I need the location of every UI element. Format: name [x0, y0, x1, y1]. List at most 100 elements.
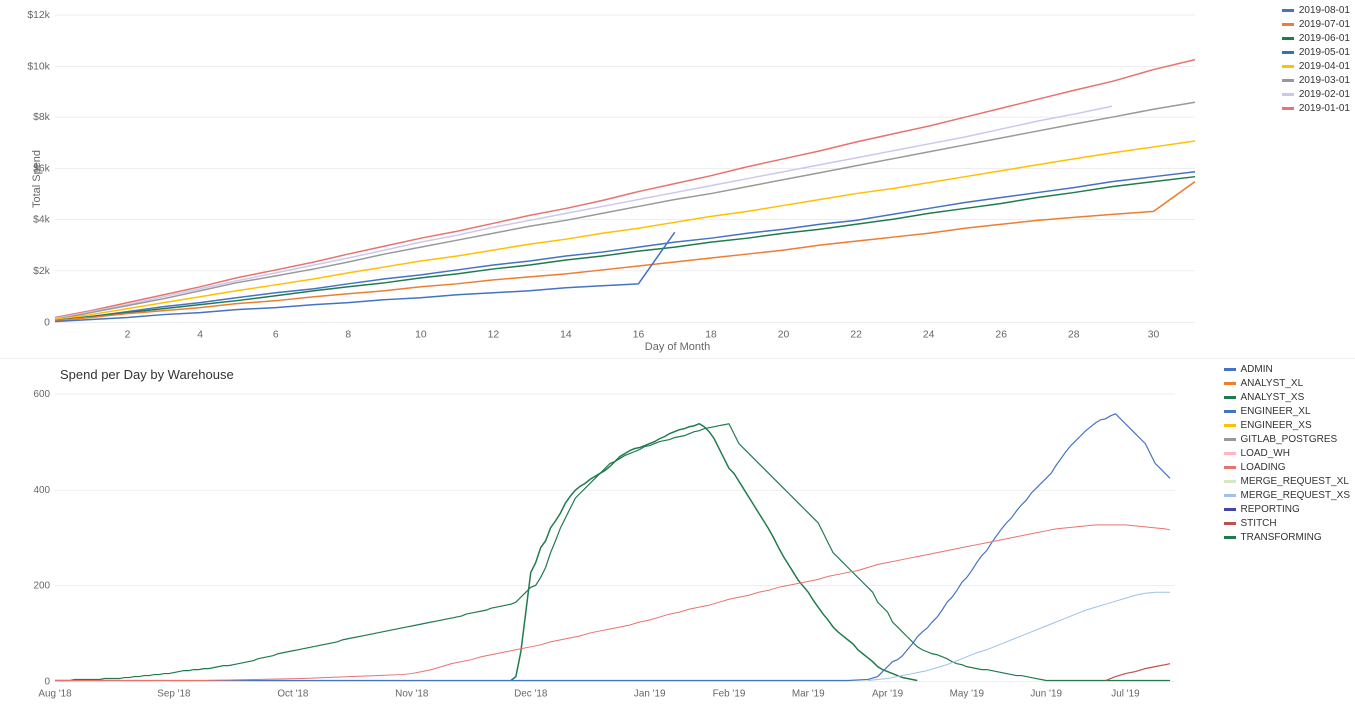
legend-label-2019-05: 2019-05-01 — [1299, 47, 1350, 58]
svg-text:22: 22 — [850, 330, 862, 341]
svg-text:14: 14 — [560, 330, 572, 341]
legend-label-merge-request-xl: MERGE_REQUEST_XL — [1241, 476, 1349, 487]
legend-label-2019-07: 2019-07-01 — [1299, 19, 1350, 30]
legend-color-2019-07 — [1282, 23, 1294, 26]
svg-text:Jul '19: Jul '19 — [1111, 688, 1140, 699]
top-chart-legend: 2019-08-01 2019-07-01 2019-06-01 2019-05… — [1282, 5, 1350, 117]
legend-label-loading: LOADING — [1241, 462, 1286, 473]
svg-text:$10k: $10k — [27, 62, 50, 73]
legend-color-transforming — [1224, 536, 1236, 539]
svg-text:Oct '18: Oct '18 — [277, 688, 309, 699]
legend-label-transforming: TRANSFORMING — [1241, 532, 1322, 543]
legend-label-stitch: STITCH — [1241, 518, 1277, 529]
legend-item-2019-05: 2019-05-01 — [1282, 47, 1350, 58]
legend-color-2019-03 — [1282, 79, 1294, 82]
svg-text:Nov '18: Nov '18 — [395, 688, 429, 699]
svg-text:Sep '18: Sep '18 — [157, 688, 191, 699]
svg-text:4: 4 — [197, 330, 203, 341]
legend-item-load-wh: LOAD_WH — [1224, 448, 1350, 459]
svg-text:Jan '19: Jan '19 — [634, 688, 666, 699]
legend-item-stitch: STITCH — [1224, 518, 1350, 529]
svg-text:Feb '19: Feb '19 — [713, 688, 746, 699]
legend-label-analyst-xl: ANALYST_XL — [1241, 378, 1304, 389]
legend-color-merge-request-xs — [1224, 494, 1236, 497]
legend-item-gitlab-postgres: GITLAB_POSTGRES — [1224, 434, 1350, 445]
legend-label-2019-01: 2019-01-01 — [1299, 103, 1350, 114]
top-chart-section: Total Spend Day of Month 2019-08-01 2019… — [0, 0, 1355, 359]
svg-text:Dec '18: Dec '18 — [514, 688, 548, 699]
legend-color-2019-02 — [1282, 93, 1294, 96]
legend-color-2019-06 — [1282, 37, 1294, 40]
legend-color-merge-request-xl — [1224, 480, 1236, 483]
svg-text:2: 2 — [125, 330, 131, 341]
legend-color-analyst-xs — [1224, 396, 1236, 399]
svg-text:20: 20 — [778, 330, 790, 341]
legend-item-reporting: REPORTING — [1224, 504, 1350, 515]
legend-item-analyst-xs: ANALYST_XS — [1224, 392, 1350, 403]
legend-label-2019-03: 2019-03-01 — [1299, 75, 1350, 86]
legend-item-2019-06: 2019-06-01 — [1282, 33, 1350, 44]
svg-text:0: 0 — [44, 318, 50, 329]
top-chart-area: 0 $2k $4k $6k $8k $10k $12k 2 4 6 8 10 1… — [55, 15, 1195, 323]
legend-item-2019-08: 2019-08-01 — [1282, 5, 1350, 16]
svg-text:0: 0 — [45, 676, 51, 687]
svg-text:Mar '19: Mar '19 — [792, 688, 825, 699]
svg-text:16: 16 — [633, 330, 645, 341]
svg-text:May '19: May '19 — [950, 688, 985, 699]
legend-item-analyst-xl: ANALYST_XL — [1224, 378, 1350, 389]
legend-item-2019-04: 2019-04-01 — [1282, 61, 1350, 72]
svg-text:6: 6 — [273, 330, 279, 341]
bottom-chart-area: 0 200 400 600 Aug '18 Sep '18 Oct '18 No… — [55, 394, 1175, 682]
legend-item-2019-03: 2019-03-01 — [1282, 75, 1350, 86]
legend-item-merge-request-xs: MERGE_REQUEST_XS — [1224, 490, 1350, 501]
legend-label-gitlab-postgres: GITLAB_POSTGRES — [1241, 434, 1338, 445]
legend-label-admin: ADMIN — [1241, 364, 1273, 375]
svg-text:30: 30 — [1148, 330, 1160, 341]
main-container: Total Spend Day of Month 2019-08-01 2019… — [0, 0, 1355, 716]
svg-text:Jun '19: Jun '19 — [1030, 688, 1062, 699]
legend-color-loading — [1224, 466, 1236, 469]
legend-item-2019-01: 2019-01-01 — [1282, 103, 1350, 114]
legend-item-engineer-xl: ENGINEER_XL — [1224, 406, 1350, 417]
bottom-chart-svg: 0 200 400 600 Aug '18 Sep '18 Oct '18 No… — [55, 394, 1175, 682]
svg-text:200: 200 — [34, 580, 51, 591]
top-x-axis-label: Day of Month — [645, 341, 710, 353]
legend-label-2019-08: 2019-08-01 — [1299, 5, 1350, 16]
bottom-chart-title: Spend per Day by Warehouse — [60, 367, 234, 382]
legend-label-2019-02: 2019-02-01 — [1299, 89, 1350, 100]
svg-text:18: 18 — [705, 330, 717, 341]
legend-label-engineer-xl: ENGINEER_XL — [1241, 406, 1311, 417]
legend-item-engineer-xs: ENGINEER_XS — [1224, 420, 1350, 431]
svg-text:Aug '18: Aug '18 — [38, 688, 72, 699]
legend-label-load-wh: LOAD_WH — [1241, 448, 1290, 459]
svg-text:$8k: $8k — [33, 112, 51, 123]
svg-text:Apr '19: Apr '19 — [872, 688, 904, 699]
legend-color-2019-08 — [1282, 9, 1294, 12]
bottom-chart-legend: ADMIN ANALYST_XL ANALYST_XS ENGINEER_XL … — [1224, 364, 1350, 546]
svg-text:8: 8 — [345, 330, 351, 341]
legend-item-loading: LOADING — [1224, 462, 1350, 473]
svg-text:$6k: $6k — [33, 164, 51, 175]
legend-label-2019-06: 2019-06-01 — [1299, 33, 1350, 44]
svg-text:26: 26 — [995, 330, 1007, 341]
svg-text:10: 10 — [415, 330, 427, 341]
legend-color-admin — [1224, 368, 1236, 371]
svg-text:600: 600 — [34, 388, 51, 399]
svg-text:400: 400 — [34, 485, 51, 496]
legend-color-analyst-xl — [1224, 382, 1236, 385]
legend-color-reporting — [1224, 508, 1236, 511]
svg-text:$2k: $2k — [33, 266, 51, 277]
legend-color-2019-01 — [1282, 107, 1294, 110]
legend-item-2019-02: 2019-02-01 — [1282, 89, 1350, 100]
legend-color-gitlab-postgres — [1224, 438, 1236, 441]
svg-text:$4k: $4k — [33, 214, 51, 225]
legend-item-admin: ADMIN — [1224, 364, 1350, 375]
legend-item-merge-request-xl: MERGE_REQUEST_XL — [1224, 476, 1350, 487]
legend-color-load-wh — [1224, 452, 1236, 455]
legend-label-2019-04: 2019-04-01 — [1299, 61, 1350, 72]
svg-text:24: 24 — [923, 330, 935, 341]
legend-color-engineer-xl — [1224, 410, 1236, 413]
legend-color-2019-05 — [1282, 51, 1294, 54]
top-y-axis-label: Total Spend — [31, 150, 43, 208]
legend-color-stitch — [1224, 522, 1236, 525]
